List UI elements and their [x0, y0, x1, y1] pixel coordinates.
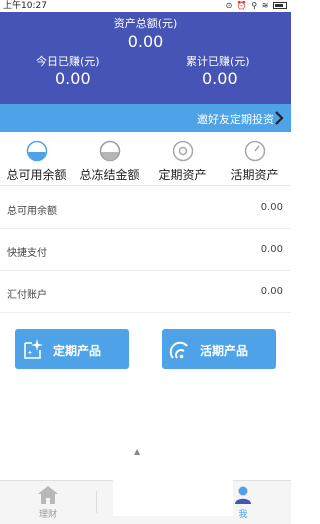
row-value: 0.00 — [260, 244, 283, 255]
tab-fixed-assets[interactable]: 定期资产 — [146, 134, 219, 186]
list-item[interactable]: 快捷支付 0.00 — [0, 229, 291, 271]
today-earned-label: 今日已赚(元) — [36, 55, 100, 68]
battery-icon — [273, 2, 287, 9]
total-assets-label: 资产总额(元) — [113, 17, 178, 30]
asset-summary-header: 资产总额(元) 0.00 今日已赚(元) 0.00 累计已赚(元) 0.00 — [0, 12, 291, 104]
status-glyphs: ⊙ ⏰ ⚲ ≋ — [225, 1, 270, 10]
nav-finance-label: 理财 — [38, 510, 57, 520]
blank-overlay — [113, 456, 233, 516]
list-item[interactable]: 总可用余额 0.00 — [0, 187, 291, 229]
nav-finance[interactable]: 理财 — [0, 481, 96, 524]
row-value: 0.00 — [260, 286, 283, 297]
signal-arcs-icon — [169, 341, 188, 359]
chevron-right-icon — [275, 111, 284, 125]
status-bar: 上午10:27 ⊙ ⏰ ⚲ ≋ — [0, 0, 291, 12]
ring-circle-icon — [172, 140, 193, 162]
status-icons: ⊙ ⏰ ⚲ ≋ — [226, 0, 287, 12]
tab-label: 定期资产 — [158, 168, 207, 182]
tab-frozen-amount[interactable]: 总冻结金额 — [73, 134, 146, 186]
sparkle-square-icon — [24, 339, 43, 359]
nav-divider — [96, 491, 97, 513]
asset-tabs: 总可用余额 总冻结金额 定期资产 活期资产 — [0, 134, 291, 186]
row-label: 总可用余额 — [7, 206, 57, 217]
gauge-circle-icon — [244, 140, 265, 162]
today-earned-value: 0.00 — [55, 69, 91, 88]
current-products-label: 活期产品 — [200, 344, 249, 358]
user-icon — [235, 486, 251, 504]
home-icon — [38, 486, 58, 504]
tab-available-balance[interactable]: 总可用余额 — [0, 134, 73, 186]
row-label: 快捷支付 — [7, 248, 47, 259]
cumulative-earned-label: 累计已赚(元) — [186, 55, 250, 68]
tab-label: 活期资产 — [230, 168, 279, 182]
half-gray-circle-icon — [99, 140, 120, 162]
invite-banner[interactable]: 邀好友定期投资 — [0, 104, 291, 132]
row-label: 汇付账户 — [7, 290, 47, 301]
total-assets-value: 0.00 — [127, 32, 164, 51]
status-time: 上午10:27 — [3, 1, 47, 11]
current-products-button[interactable]: 活期产品 — [162, 329, 276, 369]
fixed-products-label: 定期产品 — [53, 344, 102, 358]
balance-list: 总可用余额 0.00 快捷支付 0.00 汇付账户 0.00 — [0, 187, 291, 313]
tab-current-assets[interactable]: 活期资产 — [218, 134, 291, 186]
list-item[interactable]: 汇付账户 0.00 — [0, 271, 291, 313]
caret-up-icon: ▲ — [134, 447, 141, 456]
invite-text: 邀好友定期投资 — [197, 113, 273, 126]
tab-label: 总可用余额 — [6, 168, 67, 182]
cumulative-earned-value: 0.00 — [202, 69, 238, 88]
fixed-products-button[interactable]: 定期产品 — [15, 329, 129, 369]
tab-label: 总冻结金额 — [79, 168, 140, 182]
half-filled-circle-icon — [26, 140, 47, 162]
row-value: 0.00 — [260, 202, 283, 213]
